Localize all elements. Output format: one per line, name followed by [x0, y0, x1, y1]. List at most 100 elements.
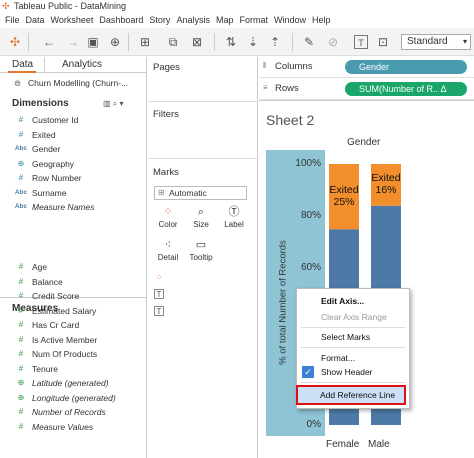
x-category-label[interactable]: Female: [326, 439, 359, 450]
field-label: Num Of Products: [32, 349, 98, 359]
swap-icon[interactable]: ⇅: [224, 35, 238, 49]
rows-shelf[interactable]: ≡ Rows SUM(Number of R.. Δ: [259, 79, 474, 100]
color-button[interactable]: ⁘ Color: [153, 204, 183, 234]
columns-shelf[interactable]: ⦀ Columns Gender: [259, 57, 474, 78]
number-type-icon: #: [18, 173, 24, 182]
sum-records-pill[interactable]: SUM(Numb... Δ: [170, 304, 246, 318]
menu-map[interactable]: Map: [215, 13, 239, 28]
undo-icon[interactable]: ←: [42, 35, 56, 49]
field-label: Row Number: [32, 173, 82, 183]
field-label: Is Active Member: [32, 334, 98, 345]
pill-label: SUM(Numb...: [178, 306, 230, 316]
menu-window[interactable]: Window: [273, 13, 311, 28]
datasource-item[interactable]: ⊜ Churn Modelling (Churn-...: [0, 75, 146, 91]
y-tick-label: 80%: [300, 210, 321, 222]
detail-button[interactable]: ⁖ Detail: [153, 237, 183, 267]
delta-icon: Δ: [440, 84, 447, 94]
tab-analytics[interactable]: Analytics: [62, 57, 102, 73]
toolbar: ✣ ← → ▣ ⊕ ⊞ ⧉ ⊠ ⇅ ⇣ ⇡ ✎ ⊘ T ⊡ Standard ▾: [0, 28, 474, 56]
field-label: Longitude (generated): [32, 392, 116, 403]
highlight-icon[interactable]: ✎: [302, 35, 316, 49]
new-datasource-icon[interactable]: ⊕: [108, 35, 122, 49]
datasource-label: Churn Modelling (Churn-...: [28, 78, 129, 88]
globe-icon: ⊕: [17, 158, 25, 168]
gender-column-pill[interactable]: Gender: [345, 60, 467, 74]
field-label: Age: [32, 262, 48, 272]
number-type-icon: #: [18, 305, 24, 315]
filters-card[interactable]: Filters: [148, 102, 257, 159]
tooltip-icon: ▭: [195, 239, 207, 251]
exited-color-pill[interactable]: Exited: [170, 271, 246, 285]
menu-analysis[interactable]: Analysis: [175, 13, 215, 28]
label-icon: Ⓣ: [228, 206, 240, 218]
menu-bar: File Data Worksheet Dashboard Story Anal…: [0, 13, 474, 28]
detail-label: Detail: [157, 253, 179, 262]
automatic-mark-icon: ⊞: [158, 188, 165, 197]
menu-worksheet[interactable]: Worksheet: [50, 13, 99, 28]
redo-icon[interactable]: →: [66, 35, 80, 49]
number-type-icon: #: [18, 320, 24, 329]
menu-dashboard[interactable]: Dashboard: [98, 13, 148, 28]
y-tick-label: 60%: [300, 262, 321, 274]
number-type-icon: #: [18, 349, 24, 358]
exited-label-pill[interactable]: Exited: [170, 287, 246, 301]
menu-story[interactable]: Story: [148, 13, 175, 28]
columns-label: Columns: [275, 61, 313, 72]
save-icon[interactable]: ▣: [86, 35, 100, 49]
menu-format[interactable]: Format: [238, 13, 273, 28]
pages-card[interactable]: Pages: [148, 57, 257, 102]
tooltip-label: Tooltip: [189, 253, 213, 262]
menu-item-show-header[interactable]: Show Header: [297, 365, 409, 379]
globe-icon: ⊕: [17, 378, 25, 387]
number-type-icon: #: [18, 129, 24, 139]
menu-data[interactable]: Data: [25, 13, 50, 28]
menu-item-select-marks[interactable]: Select Marks: [297, 330, 409, 344]
field-label: Surname: [32, 187, 67, 198]
field-label: Geography: [32, 158, 75, 169]
number-type-icon: #: [18, 407, 24, 416]
clear-sheet-icon[interactable]: ⊠: [190, 35, 204, 49]
fix-axes-icon[interactable]: ⊡: [376, 35, 390, 49]
globe-icon: ⊕: [17, 392, 25, 402]
menu-item-edit-axis[interactable]: Edit Axis...: [297, 294, 409, 308]
menu-separator: [301, 382, 405, 383]
field-label: Tenure: [32, 363, 58, 374]
x-category-label[interactable]: Male: [368, 439, 390, 450]
menu-file[interactable]: File: [4, 13, 25, 28]
sort-descending-icon[interactable]: ⇡: [268, 35, 282, 49]
menu-item-add-reference-line-highlight[interactable]: Add Reference Line: [296, 385, 406, 405]
field-label: Measure Values: [32, 421, 94, 432]
pill-label: Exited: [178, 289, 202, 299]
title-bar: ✣ Tableau Public - DataMining: [0, 0, 474, 13]
number-type-icon: #: [18, 115, 24, 124]
menu-item-format[interactable]: Format...: [297, 351, 409, 365]
pin-icon[interactable]: ⊘: [326, 35, 340, 49]
fit-select[interactable]: Standard ▾: [401, 34, 471, 50]
field-label: Has Cr Card: [32, 320, 80, 330]
number-type-icon: #: [18, 262, 24, 271]
label-encoding-icon: T: [154, 306, 164, 316]
number-type-icon: #: [18, 421, 24, 431]
mark-type-select[interactable]: ⊞ Automatic: [154, 186, 247, 200]
menu-item-add-reference-line[interactable]: Add Reference Line: [296, 388, 408, 402]
show-labels-icon[interactable]: T: [354, 35, 368, 49]
tooltip-button[interactable]: ▭ Tooltip: [186, 237, 216, 267]
color-icon: ⁘: [163, 206, 173, 218]
menu-help[interactable]: Help: [311, 13, 336, 28]
string-type-icon: Abc: [14, 188, 28, 196]
duplicate-icon[interactable]: ⧉: [166, 35, 180, 49]
size-label: Size: [193, 220, 209, 229]
sum-records-row-pill[interactable]: SUM(Number of R.. Δ: [345, 82, 467, 96]
view-list-icon[interactable]: ▥ ⌕ ▾: [103, 99, 124, 109]
size-button[interactable]: ⌕ Size: [186, 204, 216, 234]
number-type-icon: #: [18, 291, 24, 300]
menu-item-clear-axis-range[interactable]: Clear Axis Range: [297, 310, 409, 324]
tableau-home-icon[interactable]: ✣: [8, 35, 22, 49]
new-worksheet-icon[interactable]: ⊞: [138, 35, 152, 49]
label-button[interactable]: Ⓣ Label: [219, 204, 249, 234]
sort-ascending-icon[interactable]: ⇣: [246, 35, 260, 49]
number-type-icon: #: [18, 363, 24, 373]
menu-separator: [301, 327, 405, 328]
number-type-icon: #: [18, 276, 24, 286]
bar-data-label: Exited 25%: [329, 183, 359, 208]
